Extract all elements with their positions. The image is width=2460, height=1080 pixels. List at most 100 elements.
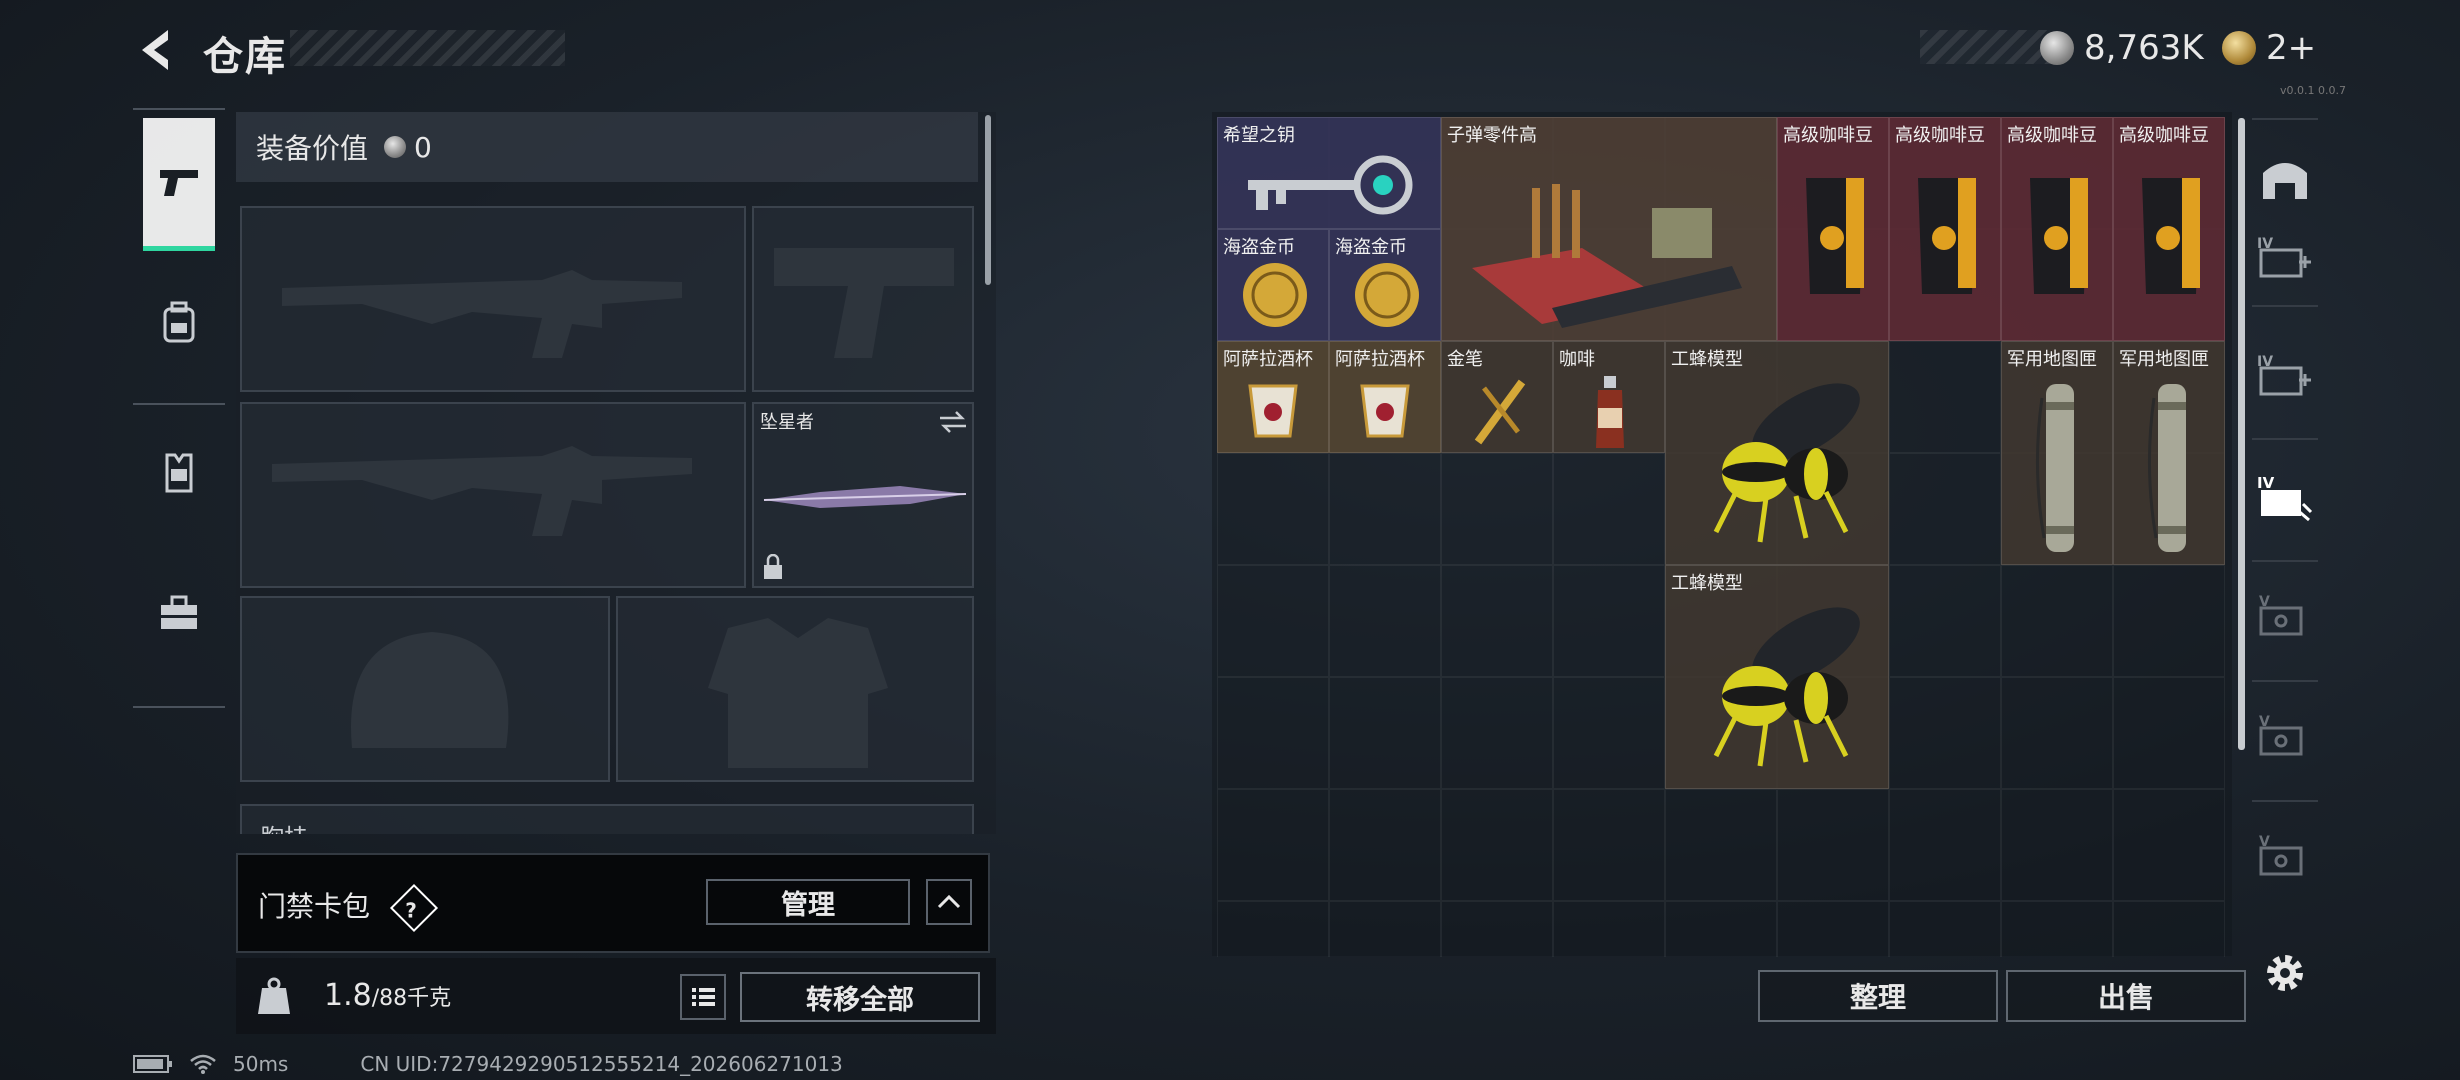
armor-slot[interactable] [616, 596, 974, 782]
grid-cell[interactable] [1329, 677, 1441, 789]
item-premium-coffee-beans[interactable]: 高级咖啡豆 [2001, 117, 2113, 341]
item-bee-model[interactable]: 工蜂模型 [1665, 565, 1889, 789]
backpack-icon [163, 301, 195, 343]
melee-slot[interactable]: 坠星者 [752, 402, 974, 588]
grid-cell[interactable] [1889, 677, 2001, 789]
gold-currency[interactable]: 2+ [2222, 28, 2316, 68]
grid-cell[interactable] [2001, 677, 2113, 789]
grid-cell[interactable] [1217, 453, 1329, 565]
grid-cell[interactable] [2001, 565, 2113, 677]
gold-coin-icon [2222, 31, 2256, 65]
grid-cell[interactable] [1329, 453, 1441, 565]
list-view-button[interactable] [680, 974, 726, 1020]
item-premium-coffee-beans[interactable]: 高级咖啡豆 [1777, 117, 1889, 341]
collapse-button[interactable] [926, 879, 972, 925]
pistol-icon [160, 170, 198, 196]
storage-page-tab-4c[interactable]: IV [2250, 462, 2320, 532]
storage-page-tab-5c[interactable]: V [2250, 820, 2320, 890]
helmet-slot[interactable] [240, 596, 610, 782]
storage-page-tab-5a[interactable]: V [2250, 580, 2320, 650]
storage-scrollbar[interactable] [2238, 118, 2245, 750]
grid-cell[interactable] [1441, 677, 1553, 789]
manage-button[interactable]: 管理 [706, 879, 910, 925]
sort-button[interactable]: 整理 [1758, 970, 1998, 1022]
grid-cell[interactable] [1329, 789, 1441, 901]
grid-cell[interactable] [1889, 453, 2001, 565]
grid-cell[interactable] [2113, 789, 2225, 901]
item-military-map-case[interactable]: 军用地图匣 [2001, 341, 2113, 565]
help-icon[interactable]: ? [389, 883, 438, 933]
equipment-scrollbar[interactable] [985, 115, 991, 285]
map-tube-icon [2035, 384, 2074, 552]
item-bullet-parts[interactable]: 子弹零件高 [1441, 117, 1777, 341]
item-gold-pen[interactable]: 金笔 [1441, 341, 1553, 453]
chevron-up-icon [937, 894, 961, 909]
chest-rig-slot[interactable]: 胸挂 [240, 804, 974, 834]
settings-button[interactable] [2262, 950, 2308, 996]
storage-page-tab-5b[interactable]: V [2250, 700, 2320, 770]
pistol-slot[interactable] [752, 206, 974, 392]
item-bee-model[interactable]: 工蜂模型 [1665, 341, 1889, 565]
grid-cell[interactable] [1441, 789, 1553, 901]
storage-home-tab[interactable] [2250, 144, 2320, 214]
storage-page-locked-icon: V [2259, 714, 2303, 756]
grid-cell[interactable] [1777, 789, 1889, 901]
grid-cell[interactable] [1553, 789, 1665, 901]
grid-cell[interactable] [2001, 901, 2113, 957]
grid-cell[interactable] [1777, 901, 1889, 957]
storage-page-add-icon: IV [2257, 236, 2311, 278]
grid-cell[interactable] [1553, 901, 1665, 957]
grid-cell[interactable] [1889, 901, 2001, 957]
item-military-map-case[interactable]: 军用地图匣 [2113, 341, 2225, 565]
grid-cell[interactable] [1217, 677, 1329, 789]
tab-backpack[interactable] [143, 258, 215, 388]
item-asala-cup[interactable]: 阿萨拉酒杯 [1329, 341, 1441, 453]
grid-cell[interactable] [1665, 789, 1777, 901]
grid-cell[interactable] [1329, 901, 1441, 957]
grid-cell[interactable] [2113, 677, 2225, 789]
grid-cell[interactable] [2113, 901, 2225, 957]
tab-weapons[interactable] [143, 118, 215, 251]
grid-cell[interactable] [1889, 789, 2001, 901]
primary-weapon-slot[interactable] [240, 206, 746, 392]
item-asala-cup[interactable]: 阿萨拉酒杯 [1217, 341, 1329, 453]
grid-cell[interactable] [1553, 453, 1665, 565]
grid-cell[interactable] [1217, 565, 1329, 677]
transfer-all-button[interactable]: 转移全部 [740, 972, 980, 1022]
grid-cell[interactable] [1441, 565, 1553, 677]
grid-cell[interactable] [1441, 901, 1553, 957]
grid-cell[interactable] [2113, 565, 2225, 677]
storage-page-tab-4b[interactable]: IV [2250, 340, 2320, 410]
item-name: 希望之钥 [1223, 125, 1295, 146]
storage-home-icon [2263, 163, 2307, 199]
item-pirate-coin[interactable]: 海盗金币 [1329, 229, 1441, 341]
knife-icon [763, 486, 967, 508]
grid-cell[interactable] [1217, 789, 1329, 901]
grid-cell[interactable] [1889, 565, 2001, 677]
item-name: 军用地图匣 [2007, 349, 2097, 370]
item-hope-key[interactable]: 希望之钥 [1217, 117, 1441, 229]
vest-icon [165, 453, 193, 493]
sell-button[interactable]: 出售 [2006, 970, 2246, 1022]
grid-cell[interactable] [1553, 565, 1665, 677]
grid-cell[interactable] [1217, 901, 1329, 957]
tab-toolbox[interactable] [143, 548, 215, 678]
item-premium-coffee-beans[interactable]: 高级咖啡豆 [2113, 117, 2225, 341]
item-coffee[interactable]: 咖啡 [1553, 341, 1665, 453]
back-button[interactable] [130, 22, 186, 78]
tab-chest-rig[interactable] [143, 408, 215, 538]
grid-cell[interactable] [2001, 789, 2113, 901]
gear-icon [2267, 955, 2303, 991]
swap-icon[interactable] [938, 410, 968, 434]
grid-cell[interactable] [1665, 901, 1777, 957]
grid-cell[interactable] [1441, 453, 1553, 565]
grid-cell[interactable] [1889, 341, 2001, 453]
item-name: 高级咖啡豆 [1783, 125, 1873, 146]
item-premium-coffee-beans[interactable]: 高级咖啡豆 [1889, 117, 2001, 341]
item-pirate-coin[interactable]: 海盗金币 [1217, 229, 1329, 341]
grid-cell[interactable] [1329, 565, 1441, 677]
grid-cell[interactable] [1553, 677, 1665, 789]
storage-page-tab-4a[interactable]: IV [2250, 222, 2320, 292]
silver-amount: 8,763K [2084, 28, 2204, 68]
secondary-weapon-slot[interactable] [240, 402, 746, 588]
